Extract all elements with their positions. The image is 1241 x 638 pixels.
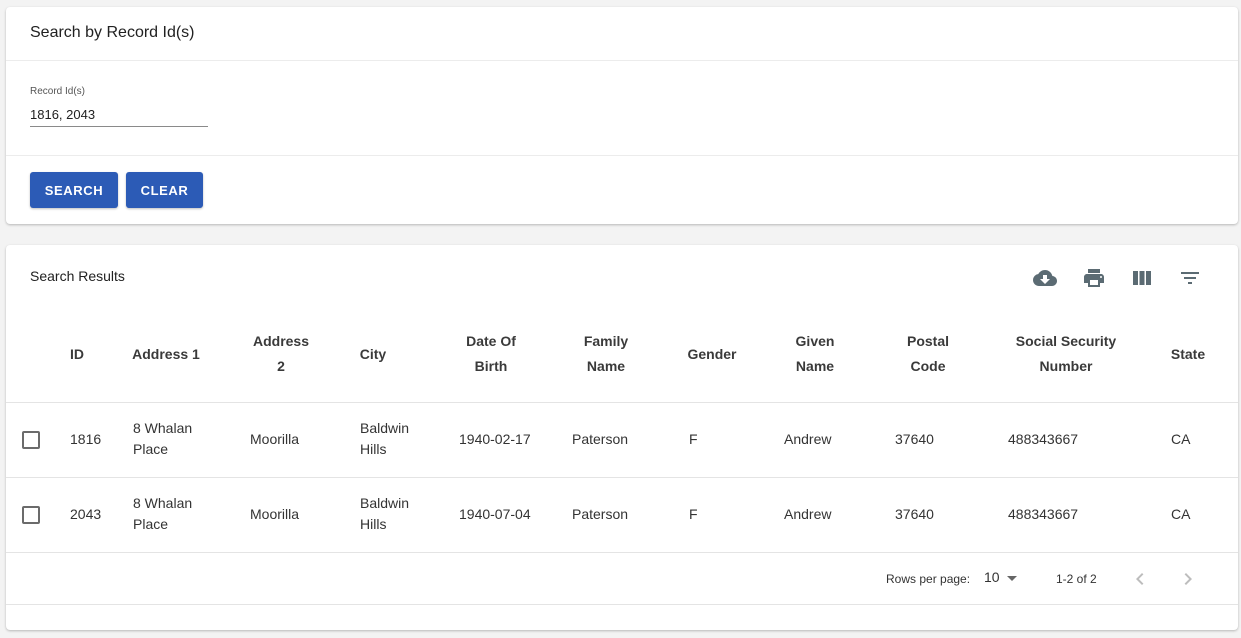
cell-dob: 1940-07-04 [459,506,531,522]
column-header-postal-code[interactable]: Postal Code [894,329,962,379]
cell-gender: F [689,431,698,447]
cell-given-name: Andrew [784,431,832,447]
cell-address2: Moorilla [250,506,300,522]
cell-city: Baldwin Hills [360,420,410,457]
cell-ssn: 488343667 [1008,506,1079,522]
divider [6,604,1238,605]
divider [6,552,1238,553]
clear-button[interactable]: CLEAR [126,172,203,208]
cell-city: Baldwin Hills [360,495,410,532]
cloud-download-icon[interactable] [1033,266,1057,290]
column-header-city[interactable]: City [350,329,396,379]
cell-family-name: Paterson [572,506,629,522]
caret-down-icon[interactable] [1007,576,1017,581]
cell-gender: F [689,506,698,522]
view-columns-icon[interactable] [1130,266,1154,290]
print-icon[interactable] [1082,266,1106,290]
cell-address1: 8 Whalan Place [133,420,193,457]
search-button[interactable]: SEARCH [30,172,118,208]
divider [6,402,1238,403]
record-id-input[interactable] [30,103,208,127]
column-header-family-name[interactable]: Family Name [572,329,640,379]
cell-ssn: 488343667 [1008,431,1079,447]
search-panel-title: Search by Record Id(s) [30,24,195,41]
rows-per-page-select[interactable]: 10 [984,569,1000,585]
cell-state: CA [1171,506,1191,522]
divider [6,477,1238,478]
filter-icon[interactable] [1178,266,1202,290]
column-header-address1[interactable]: Address 1 [128,329,204,379]
cell-postal-code: 37640 [895,506,934,522]
cell-id: 2043 [70,506,102,522]
cell-address2: Moorilla [250,431,300,447]
column-header-given-name[interactable]: Given Name [782,329,848,379]
rows-per-page-label: Rows per page: [886,572,971,586]
cell-id: 1816 [70,431,102,447]
results-panel: Search Results ID Address 1 Address 2 Cit… [6,245,1238,630]
row-checkbox[interactable] [22,431,40,449]
cell-address1: 8 Whalan Place [133,495,193,532]
pagination-range: 1-2 of 2 [1056,572,1097,586]
column-header-address2[interactable]: Address 2 [246,329,316,379]
record-id-label: Record Id(s) [30,86,86,97]
row-checkbox[interactable] [22,506,40,524]
chevron-left-icon[interactable] [1128,567,1152,591]
search-panel: Search by Record Id(s) Record Id(s) SEAR… [6,7,1238,224]
column-header-state[interactable]: State [1164,329,1212,379]
column-header-date-of-birth[interactable]: Date Of Birth [456,329,526,379]
column-header-gender[interactable]: Gender [680,329,744,379]
divider [6,155,1238,156]
divider [6,60,1238,61]
chevron-right-icon[interactable] [1176,567,1200,591]
cell-family-name: Paterson [572,431,629,447]
record-id-field: Record Id(s) [30,85,208,131]
results-panel-title: Search Results [30,268,125,284]
cell-postal-code: 37640 [895,431,934,447]
cell-state: CA [1171,431,1191,447]
cell-given-name: Andrew [784,506,832,522]
column-header-id[interactable]: ID [58,329,96,379]
cell-dob: 1940-02-17 [459,431,531,447]
column-header-ssn[interactable]: Social Security Number [1004,329,1128,379]
